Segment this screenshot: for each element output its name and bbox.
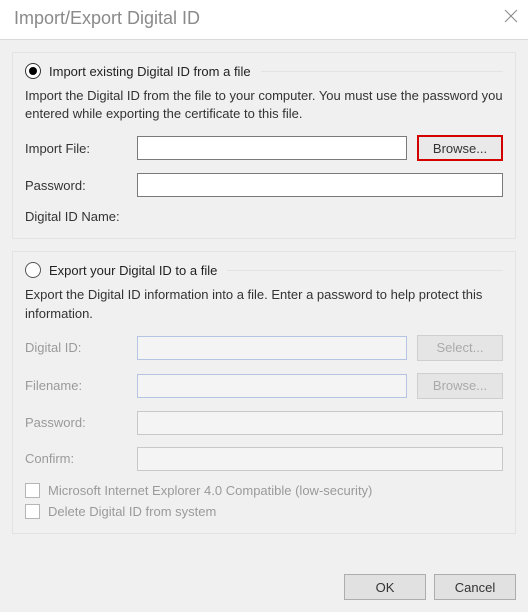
- import-password-input[interactable]: [137, 173, 503, 197]
- export-confirm-label: Confirm:: [25, 451, 137, 466]
- titlebar: Import/Export Digital ID: [0, 0, 528, 40]
- export-digitalid-row: Digital ID: Select...: [25, 335, 503, 361]
- divider: [227, 270, 503, 271]
- import-radio-label: Import existing Digital ID from a file: [49, 64, 251, 79]
- export-browse-button: Browse...: [417, 373, 503, 399]
- export-digitalid-label: Digital ID:: [25, 340, 137, 355]
- export-password-label: Password:: [25, 415, 137, 430]
- divider: [261, 71, 503, 72]
- delete-checkbox-label: Delete Digital ID from system: [48, 504, 216, 519]
- export-radio-label: Export your Digital ID to a file: [49, 263, 217, 278]
- delete-checkbox: [25, 504, 40, 519]
- dialog-footer: OK Cancel: [12, 564, 516, 600]
- export-radio-row[interactable]: Export your Digital ID to a file: [25, 262, 503, 278]
- export-group: Export your Digital ID to a file Export …: [12, 251, 516, 533]
- ie4-checkbox-label: Microsoft Internet Explorer 4.0 Compatib…: [48, 483, 372, 498]
- import-radio[interactable]: [25, 63, 41, 79]
- ie4-checkbox-row: Microsoft Internet Explorer 4.0 Compatib…: [25, 483, 503, 498]
- export-radio[interactable]: [25, 262, 41, 278]
- import-radio-row[interactable]: Import existing Digital ID from a file: [25, 63, 503, 79]
- export-confirm-row: Confirm:: [25, 447, 503, 471]
- import-file-row: Import File: Browse...: [25, 135, 503, 161]
- export-filename-input: [137, 374, 407, 398]
- import-password-row: Password:: [25, 173, 503, 197]
- export-filename-row: Filename: Browse...: [25, 373, 503, 399]
- dialog-body: Import existing Digital ID from a file I…: [0, 40, 528, 612]
- export-password-row: Password:: [25, 411, 503, 435]
- digital-id-name-label: Digital ID Name:: [25, 209, 120, 224]
- export-confirm-input: [137, 447, 503, 471]
- close-button[interactable]: [504, 9, 518, 28]
- delete-checkbox-row: Delete Digital ID from system: [25, 504, 503, 519]
- close-icon: [504, 9, 518, 23]
- import-file-label: Import File:: [25, 141, 137, 156]
- import-description: Import the Digital ID from the file to y…: [25, 87, 503, 123]
- import-group: Import existing Digital ID from a file I…: [12, 52, 516, 239]
- export-description: Export the Digital ID information into a…: [25, 286, 503, 322]
- cancel-button[interactable]: Cancel: [434, 574, 516, 600]
- browse-button[interactable]: Browse...: [417, 135, 503, 161]
- export-password-input: [137, 411, 503, 435]
- import-file-input[interactable]: [137, 136, 407, 160]
- import-password-label: Password:: [25, 178, 137, 193]
- export-digitalid-input: [137, 336, 407, 360]
- digital-id-name-row: Digital ID Name:: [25, 209, 503, 224]
- ok-button[interactable]: OK: [344, 574, 426, 600]
- export-filename-label: Filename:: [25, 378, 137, 393]
- dialog-title: Import/Export Digital ID: [14, 8, 200, 29]
- select-button: Select...: [417, 335, 503, 361]
- ie4-checkbox: [25, 483, 40, 498]
